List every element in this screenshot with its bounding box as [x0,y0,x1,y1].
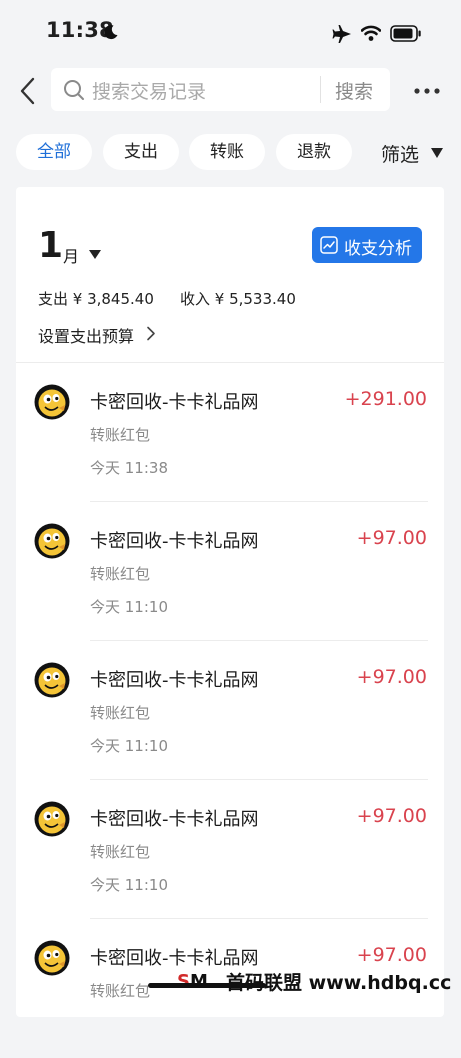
transaction-name: 卡密回收-卡卡礼品网 [90,392,259,413]
transaction-row[interactable]: 卡密回收-卡卡礼品网 +97.00 转账红包 今天 11:10 [16,780,444,919]
avatar [34,523,70,559]
search-input[interactable]: 搜索交易记录 [92,77,206,104]
battery-icon [390,25,421,42]
back-button[interactable] [16,76,42,106]
status-bar: 11:38 [0,0,461,66]
transaction-amount: +97.00 [356,805,427,827]
transaction-card: 1 月 收支分析 支出 ¥ 3,845.40 收入 ¥ 5,533.40 设置支… [16,187,444,1017]
analysis-label: 收支分析 [344,239,412,259]
transaction-row[interactable]: 卡密回收-卡卡礼品网 +97.00 转账红包 今天 11:10 [16,502,444,641]
transaction-amount: +97.00 [356,666,427,688]
transaction-type: 转账红包 [90,982,151,1000]
home-indicator[interactable] [148,983,266,988]
transaction-type: 转账红包 [90,704,151,722]
transaction-type: 转账红包 [90,843,151,861]
search-divider [320,76,321,103]
transaction-row[interactable]: 卡密回收-卡卡礼品网 +291.00 转账红包 今天 11:38 [16,363,444,502]
transaction-amount: +97.00 [356,527,427,549]
search-icon [64,80,84,100]
watermark: S M 首码联盟 www.hdbq.cc [172,964,461,999]
trend-chart-icon [320,236,338,254]
income-summary: 收入 ¥ 5,533.40 [180,290,296,308]
set-budget-link[interactable]: 设置支出预算 [38,323,134,347]
transaction-time: 今天 11:10 [90,737,168,755]
income-expense-analysis-button[interactable]: 收支分析 [312,227,422,263]
transaction-amount: +97.00 [356,944,427,966]
transaction-time: 今天 11:10 [90,876,168,894]
transaction-name: 卡密回收-卡卡礼品网 [90,670,259,691]
transaction-row[interactable]: 卡密回收-卡卡礼品网 +97.00 转账红包 今天 11:10 [16,641,444,780]
moon-icon [104,25,118,40]
filter-chip-refund[interactable]: 退款 [276,134,352,170]
caret-down-icon[interactable] [88,249,102,260]
chevron-right-icon[interactable] [146,326,156,341]
avatar [34,801,70,837]
month-unit[interactable]: 月 [63,243,79,267]
transaction-name: 卡密回收-卡卡礼品网 [90,531,259,552]
search-box[interactable]: 搜索交易记录 搜索 [51,68,390,111]
transaction-time: 今天 11:38 [90,459,168,477]
svg-text:M: M [190,971,208,992]
wifi-icon [361,25,381,41]
filter-button[interactable]: 筛选 [381,140,419,167]
month-number[interactable]: 1 [38,225,63,266]
more-icon[interactable] [412,81,442,101]
caret-down-icon[interactable] [430,147,444,159]
transaction-time: 今天 11:10 [90,598,168,616]
transaction-amount: +291.00 [344,388,427,410]
transaction-type: 转账红包 [90,565,151,583]
filter-chip-all[interactable]: 全部 [16,134,92,170]
search-button[interactable]: 搜索 [335,77,373,104]
airplane-icon [332,25,351,43]
transaction-type: 转账红包 [90,426,151,444]
expense-summary: 支出 ¥ 3,845.40 [38,290,154,308]
avatar [34,940,70,976]
avatar [34,384,70,420]
watermark-text: 首码联盟 www.hdbq.cc [226,972,452,994]
svg-text:S: S [177,971,190,992]
avatar [34,662,70,698]
watermark-logo: S M [174,969,220,992]
filter-chip-expense[interactable]: 支出 [103,134,179,170]
transaction-name: 卡密回收-卡卡礼品网 [90,809,259,830]
filter-chip-transfer[interactable]: 转账 [189,134,265,170]
